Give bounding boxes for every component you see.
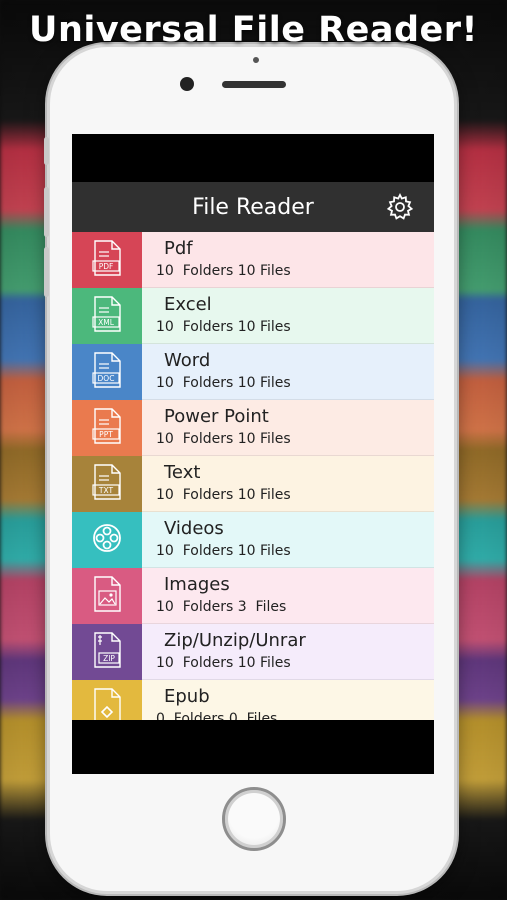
- app-screen: File Reader PDF Pdf 10 Folders 10 Files: [72, 134, 434, 774]
- category-body: Zip/Unzip/Unrar 10 Folders 10 Files: [142, 624, 434, 679]
- category-body: Excel 10 Folders 10 Files: [142, 288, 434, 343]
- epub-file-icon: [92, 687, 122, 720]
- home-button[interactable]: [222, 787, 286, 851]
- volume-up-button: [44, 187, 49, 237]
- category-body: Power Point 10 Folders 10 Files: [142, 400, 434, 455]
- nav-title: File Reader: [192, 194, 314, 220]
- phone-frame: File Reader PDF Pdf 10 Folders 10 Files: [44, 44, 457, 894]
- category-body: Videos 10 Folders 10 Files: [142, 512, 434, 567]
- category-icon-tile: TXT: [72, 456, 142, 512]
- svg-text:DOC: DOC: [98, 374, 115, 383]
- category-counts: 10 Folders 10 Files: [156, 263, 291, 279]
- category-row-word[interactable]: DOC Word 10 Folders 10 Files: [72, 344, 434, 400]
- category-row-epub[interactable]: Epub 0 Folders 0 Files: [72, 680, 434, 720]
- category-row-text[interactable]: TXT Text 10 Folders 10 Files: [72, 456, 434, 512]
- category-row-excel[interactable]: XML Excel 10 Folders 10 Files: [72, 288, 434, 344]
- zip-file-icon: ZIP: [92, 631, 122, 673]
- svg-text:PDF: PDF: [99, 262, 114, 271]
- svg-text:XML: XML: [98, 318, 115, 327]
- earpiece-speaker: [222, 81, 286, 88]
- category-body: Epub 0 Folders 0 Files: [142, 680, 434, 720]
- category-icon-tile: ZIP: [72, 624, 142, 680]
- category-counts: 10 Folders 10 Files: [156, 655, 291, 671]
- category-name: Power Point: [164, 406, 269, 427]
- film-reel-icon: [91, 522, 123, 559]
- category-name: Excel: [164, 294, 212, 315]
- xml-file-icon: XML: [92, 295, 122, 337]
- category-row-images[interactable]: Images 10 Folders 3 Files: [72, 568, 434, 624]
- category-name: Images: [164, 574, 230, 595]
- category-icon-tile: DOC: [72, 344, 142, 400]
- category-row-pdf[interactable]: PDF Pdf 10 Folders 10 Files: [72, 232, 434, 288]
- front-camera: [180, 77, 194, 91]
- category-counts: 10 Folders 10 Files: [156, 543, 291, 559]
- category-body: Text 10 Folders 10 Files: [142, 456, 434, 511]
- gear-icon: [386, 193, 414, 220]
- image-file-icon: [92, 575, 122, 617]
- proximity-sensor: [253, 57, 259, 63]
- status-bar: [72, 134, 434, 182]
- settings-button[interactable]: [386, 193, 414, 221]
- category-icon-tile: PPT: [72, 400, 142, 456]
- svg-text:TXT: TXT: [98, 486, 114, 495]
- category-name: Text: [164, 462, 201, 483]
- category-counts: 0 Folders 0 Files: [156, 711, 278, 720]
- category-counts: 10 Folders 10 Files: [156, 487, 291, 503]
- category-body: Images 10 Folders 3 Files: [142, 568, 434, 623]
- category-row-videos[interactable]: Videos 10 Folders 10 Files: [72, 512, 434, 568]
- ppt-file-icon: PPT: [92, 407, 122, 449]
- category-name: Word: [164, 350, 211, 371]
- category-body: Pdf 10 Folders 10 Files: [142, 232, 434, 287]
- category-counts: 10 Folders 10 Files: [156, 431, 291, 447]
- category-icon-tile: [72, 512, 142, 568]
- category-body: Word 10 Folders 10 Files: [142, 344, 434, 399]
- category-icon-tile: PDF: [72, 232, 142, 288]
- svg-text:ZIP: ZIP: [103, 654, 115, 663]
- doc-file-icon: DOC: [92, 351, 122, 393]
- category-row-powerpoint[interactable]: PPT Power Point 10 Folders 10 Files: [72, 400, 434, 456]
- mute-switch: [44, 137, 49, 165]
- category-counts: 10 Folders 10 Files: [156, 319, 291, 335]
- category-name: Videos: [164, 518, 224, 539]
- category-icon-tile: [72, 680, 142, 720]
- category-counts: 10 Folders 10 Files: [156, 375, 291, 391]
- category-name: Epub: [164, 686, 210, 707]
- category-counts: 10 Folders 3 Files: [156, 599, 287, 615]
- bottom-bar: [72, 720, 434, 774]
- category-name: Pdf: [164, 238, 193, 259]
- category-name: Zip/Unzip/Unrar: [164, 630, 306, 651]
- file-category-list: PDF Pdf 10 Folders 10 Files XML Excel 10…: [72, 232, 434, 720]
- navigation-bar: File Reader: [72, 182, 434, 232]
- pdf-file-icon: PDF: [92, 239, 122, 281]
- category-icon-tile: [72, 568, 142, 624]
- volume-down-button: [44, 247, 49, 297]
- svg-text:PPT: PPT: [99, 430, 113, 439]
- promo-headline: Universal File Reader!: [29, 10, 478, 50]
- txt-file-icon: TXT: [92, 463, 122, 505]
- category-row-zip[interactable]: ZIP Zip/Unzip/Unrar 10 Folders 10 Files: [72, 624, 434, 680]
- category-icon-tile: XML: [72, 288, 142, 344]
